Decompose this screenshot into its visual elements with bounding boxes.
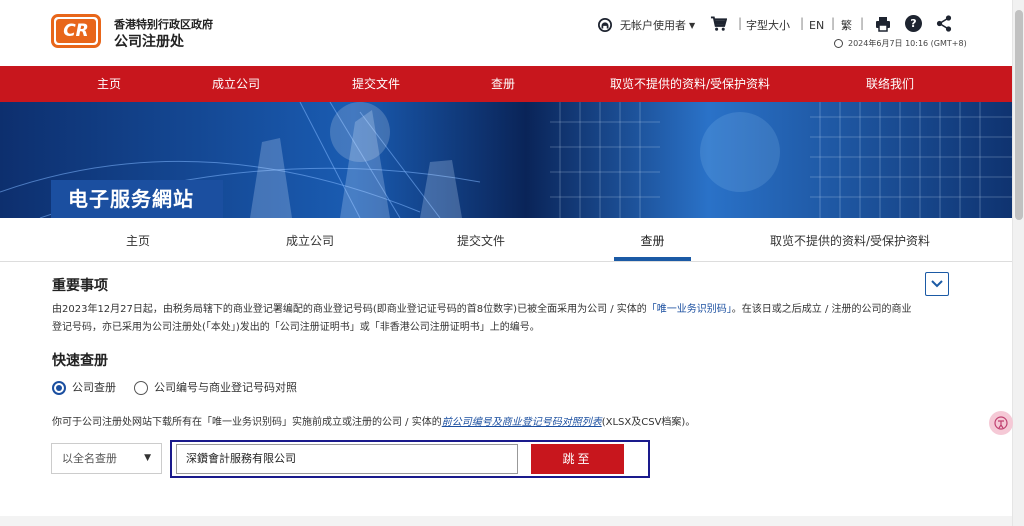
logo-text: CR: [56, 19, 96, 43]
download-list-link[interactable]: 前公司编号及商业登记号码对照列表: [442, 417, 602, 428]
footer-strip: [0, 516, 1012, 526]
company-name-input[interactable]: 深鑽會計服務有限公司: [176, 444, 518, 474]
go-button[interactable]: 跳至: [531, 444, 624, 474]
topnav-contact-us[interactable]: 联络我们: [852, 66, 928, 102]
quick-search-heading: 快速查册: [52, 353, 108, 369]
datetime-display: 2024年6月7日 10:16 (GMT+8): [834, 38, 967, 49]
chevron-down-icon: [931, 280, 943, 288]
subnav-search[interactable]: 查册: [614, 218, 691, 262]
download-text-part: 你可于公司注册处网站下载所有在「唯一业务识别码」实施前成立或注册的公司 / 实体…: [52, 417, 442, 428]
download-note: 你可于公司注册处网站下载所有在「唯一业务识别码」实施前成立或注册的公司 / 实体…: [52, 415, 695, 431]
subnav-incorporate[interactable]: 成立公司: [270, 218, 350, 262]
topnav-file-documents[interactable]: 提交文件: [336, 66, 416, 102]
collapse-button[interactable]: [925, 272, 949, 296]
main-nav: 主页 成立公司 提交文件 查册 取览不提供的资料/受保护资料 联络我们: [0, 66, 1012, 102]
org-name-line2: 公司注册处: [114, 34, 184, 50]
cr-logo[interactable]: CR: [51, 14, 101, 48]
radio-company-search-label[interactable]: 公司查册: [72, 381, 116, 395]
separator: |: [831, 16, 836, 30]
uid-link[interactable]: 「唯一业务识别码」: [647, 304, 732, 315]
accessibility-icon[interactable]: [989, 411, 1013, 435]
active-tab-indicator: [614, 257, 691, 261]
topnav-incorporate[interactable]: 成立公司: [196, 66, 276, 102]
topnav-search[interactable]: 查册: [476, 66, 530, 102]
lang-en-link[interactable]: EN: [809, 16, 824, 34]
user-menu[interactable]: 无帐户使用者 ▼: [598, 16, 695, 34]
subnav-home[interactable]: 主页: [108, 218, 168, 262]
help-icon[interactable]: ?: [905, 15, 922, 32]
print-icon[interactable]: [875, 16, 891, 32]
font-size-button[interactable]: 字型大小: [746, 16, 790, 34]
clock-icon: [834, 39, 843, 48]
separator: |: [738, 16, 743, 30]
user-label: 无帐户使用者: [620, 19, 686, 32]
share-icon[interactable]: [936, 15, 952, 32]
banner-title: 电子服务網站: [51, 180, 223, 218]
topnav-home[interactable]: 主页: [76, 66, 142, 102]
radio-number-mapping-label[interactable]: 公司编号与商业登记号码对照: [154, 381, 297, 395]
scrollbar-thumb[interactable]: [1015, 10, 1023, 220]
caret-down-icon: ▼: [144, 453, 151, 463]
topnav-protected-info[interactable]: 取览不提供的资料/受保护资料: [590, 66, 790, 102]
radio-company-search[interactable]: [52, 381, 66, 395]
cart-icon[interactable]: [710, 16, 727, 32]
site-header: CR 香港特别行政区政府 公司注册处 无帐户使用者 ▼ | 字型大小 | EN …: [0, 0, 1012, 66]
datetime-text: 2024年6月7日 10:16 (GMT+8): [848, 39, 967, 48]
sub-nav: 主页 成立公司 提交文件 查册 取览不提供的资料/受保护资料: [0, 218, 1012, 262]
org-name-line1: 香港特别行政区政府: [114, 18, 213, 31]
user-icon: [598, 18, 612, 32]
subnav-file-documents[interactable]: 提交文件: [441, 218, 521, 262]
search-type-value: 以全名查册: [62, 452, 117, 465]
separator: |: [800, 16, 805, 30]
radio-number-mapping[interactable]: [134, 381, 148, 395]
lang-tc-link[interactable]: 繁: [841, 16, 852, 34]
notice-text-part: 由2023年12月27日起，由税务局辖下的商业登记署编配的商业登记号码(即商业登…: [52, 304, 647, 315]
notice-heading: 重要事项: [52, 278, 108, 294]
search-type-select[interactable]: 以全名查册 ▼: [51, 443, 162, 474]
page-scrollbar[interactable]: [1012, 0, 1024, 526]
subnav-protected-info[interactable]: 取览不提供的资料/受保护资料: [752, 218, 948, 262]
notice-text: 由2023年12月27日起，由税务局辖下的商业登记署编配的商业登记号码(即商业登…: [52, 301, 918, 337]
a11y-glyph: [994, 416, 1008, 430]
download-text-part: (XLSX及CSV档案)。: [601, 417, 696, 428]
separator: |: [860, 16, 865, 30]
caret-down-icon: ▼: [689, 20, 696, 30]
